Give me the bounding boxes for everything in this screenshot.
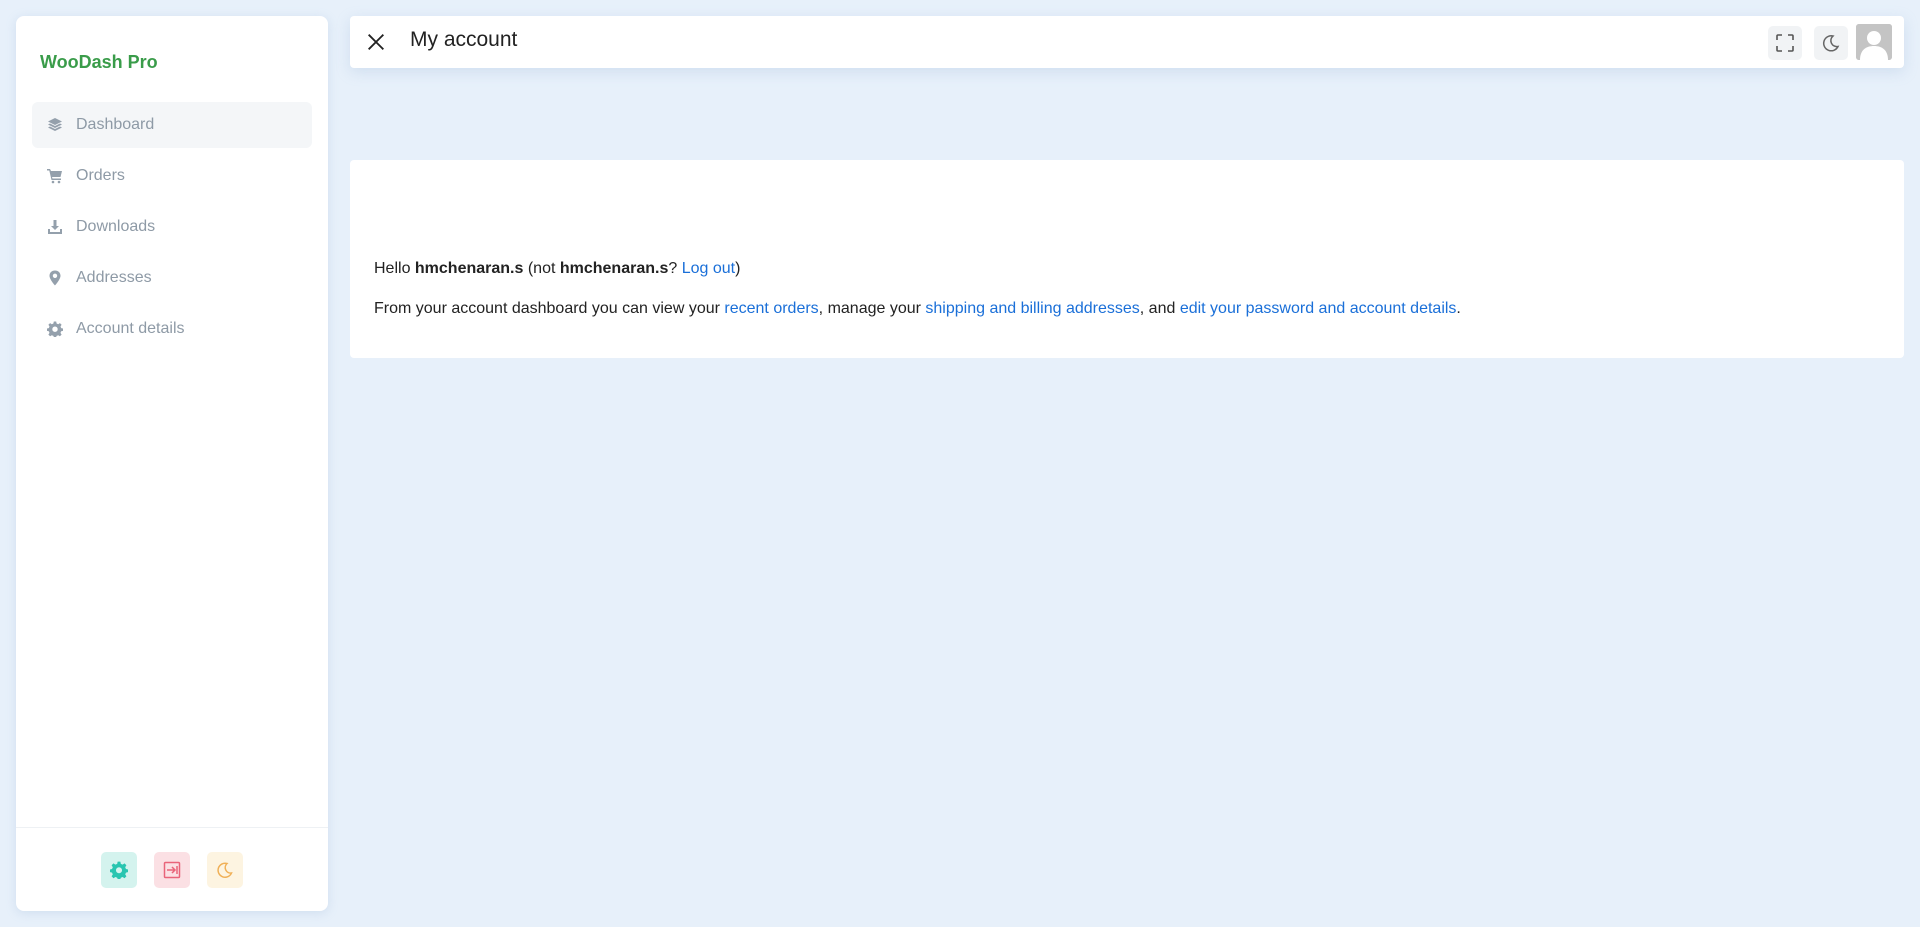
recent-orders-link[interactable]: recent orders: [724, 300, 818, 317]
addresses-link[interactable]: shipping and billing addresses: [925, 300, 1139, 317]
map-pin-icon: [46, 269, 64, 287]
page-title: My account: [410, 28, 518, 51]
top-bar: My account: [350, 16, 1904, 68]
greeting-not: (not: [523, 260, 560, 277]
fullscreen-button[interactable]: [1768, 26, 1802, 60]
sidebar-item-dashboard[interactable]: Dashboard: [32, 102, 312, 148]
user-avatar-icon: [1856, 24, 1892, 60]
dark-mode-button[interactable]: [207, 851, 243, 888]
moon-icon: [217, 861, 233, 878]
sidebar-footer: [16, 827, 328, 911]
logout-link[interactable]: Log out: [682, 260, 735, 277]
account-details-link[interactable]: edit your password and account details: [1180, 300, 1457, 317]
cart-icon: [46, 167, 64, 185]
gear-icon: [110, 861, 128, 879]
sidebar-item-orders[interactable]: Orders: [32, 153, 312, 199]
greeting-close: ): [735, 260, 741, 277]
sidebar-item-account-details[interactable]: Account details: [32, 306, 312, 352]
sidebar-item-label: Dashboard: [76, 116, 155, 133]
desc-text-1: From your account dashboard you can view…: [374, 300, 725, 317]
layers-icon: [46, 116, 64, 134]
sidebar-item-label: Account details: [76, 320, 185, 337]
dashboard-description: From your account dashboard you can view…: [374, 300, 1461, 318]
theme-toggle-button[interactable]: [1814, 26, 1848, 60]
sidebar-item-label: Downloads: [76, 218, 156, 235]
greeting-text: Hello hmchenaran.s (not hmchenaran.s? Lo…: [374, 260, 740, 278]
logout-button[interactable]: [154, 851, 190, 888]
sidebar: WooDash Pro Dashboard Orders Downloads A…: [16, 16, 328, 911]
close-icon: [368, 34, 384, 50]
sidebar-nav: Dashboard Orders Downloads Addresses Acc…: [32, 102, 312, 357]
download-icon: [46, 218, 64, 236]
gear-icon: [46, 320, 64, 338]
logout-icon: [163, 861, 181, 878]
desc-text-3: , and: [1139, 300, 1180, 317]
moon-icon: [1822, 35, 1840, 52]
sidebar-item-downloads[interactable]: Downloads: [32, 204, 312, 250]
brand-logo[interactable]: WooDash Pro: [40, 52, 158, 73]
username-repeat: hmchenaran.s: [559, 260, 669, 277]
greeting-prefix: Hello: [374, 260, 415, 277]
avatar[interactable]: [1856, 24, 1892, 60]
greeting-question: ?: [668, 260, 682, 277]
desc-text-4: .: [1456, 300, 1461, 317]
sidebar-item-addresses[interactable]: Addresses: [32, 255, 312, 301]
sidebar-item-label: Orders: [76, 167, 125, 184]
settings-button[interactable]: [101, 851, 137, 888]
username: hmchenaran.s: [414, 260, 524, 277]
desc-text-2: , manage your: [818, 300, 926, 317]
close-button[interactable]: [364, 30, 388, 54]
sidebar-item-label: Addresses: [76, 269, 152, 286]
fullscreen-icon: [1776, 34, 1794, 52]
account-dashboard-content: Hello hmchenaran.s (not hmchenaran.s? Lo…: [350, 160, 1904, 358]
